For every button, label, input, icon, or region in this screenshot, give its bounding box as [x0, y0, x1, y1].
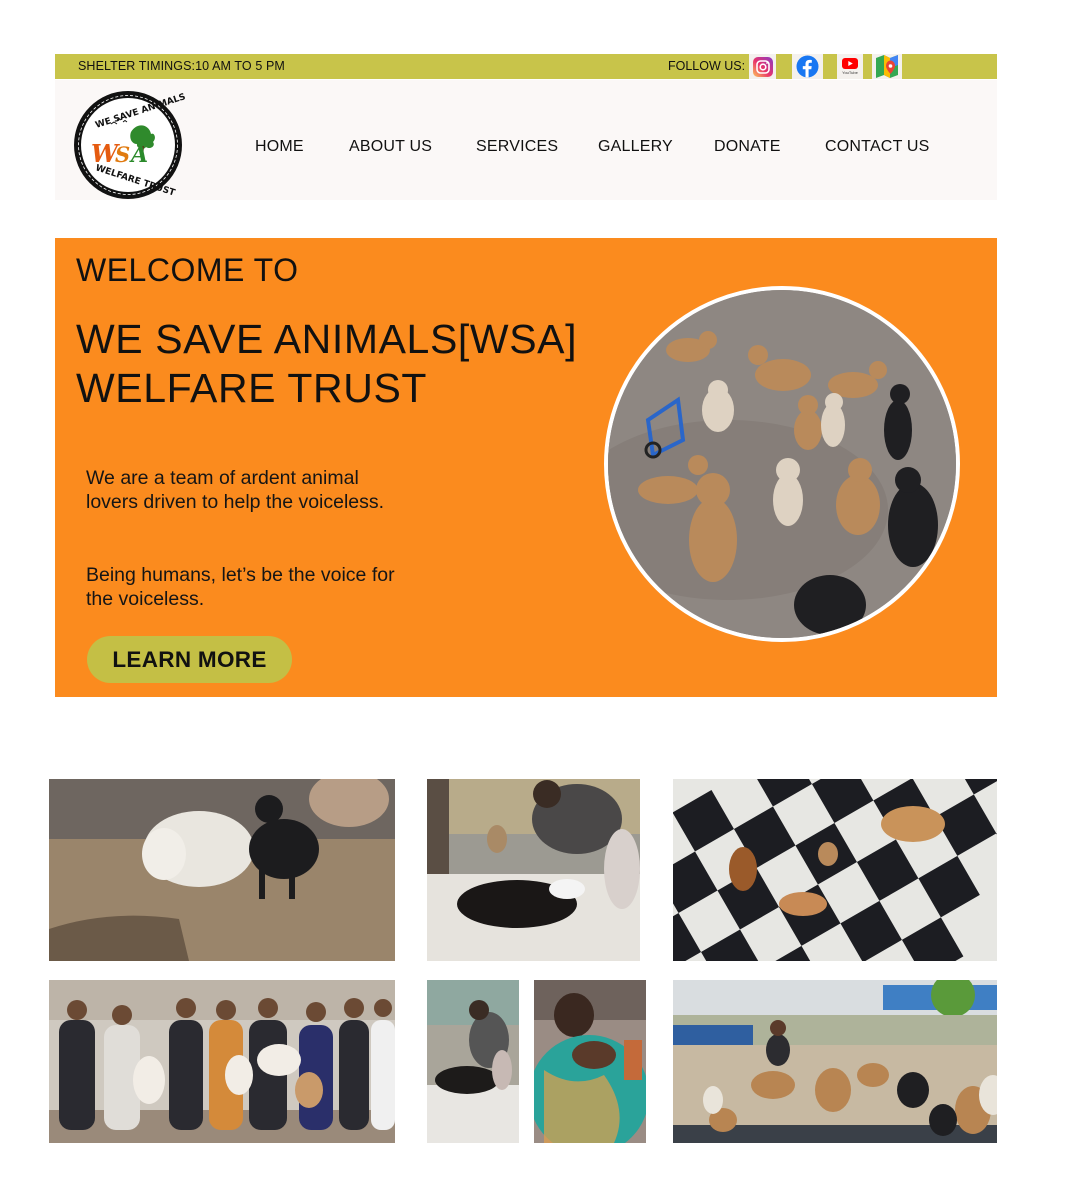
- youtube-caption: YouTube: [842, 70, 858, 75]
- facebook-icon[interactable]: [792, 54, 823, 79]
- hero-paragraph-2: Being humans, let’s be the voice for the…: [86, 564, 395, 610]
- nav-about-us[interactable]: ABOUT US: [349, 138, 432, 156]
- top-info-bar: SHELTER TIMINGS:10 AM TO 5 PM FOLLOW US:: [55, 54, 997, 79]
- nav-donate[interactable]: DONATE: [714, 138, 781, 156]
- nav-services[interactable]: SERVICES: [476, 138, 558, 156]
- nav-gallery[interactable]: GALLERY: [598, 138, 673, 156]
- svg-text:A: A: [129, 142, 148, 168]
- hero-welcome: WELCOME TO: [76, 252, 299, 288]
- wsa-logo[interactable]: W S A WE SAVE ANIMALS WELFARE TRUST: [71, 88, 187, 202]
- gallery-photo-vet-care: [427, 779, 640, 961]
- page: SHELTER TIMINGS:10 AM TO 5 PM FOLLOW US:: [0, 0, 1080, 1196]
- hero-dogs-photo: [604, 286, 960, 642]
- site-header: W S A WE SAVE ANIMALS WELFARE TRUST HOME…: [55, 80, 997, 200]
- hero-org-name-line1: WE SAVE ANIMALS[WSA]: [76, 316, 578, 362]
- svg-text:S: S: [115, 142, 130, 167]
- follow-us-label: FOLLOW US:: [668, 59, 746, 73]
- nav-home[interactable]: HOME: [255, 138, 304, 156]
- instagram-icon[interactable]: [749, 54, 776, 79]
- gallery-photo-vet-treatment: [427, 980, 519, 1143]
- shelter-timings: SHELTER TIMINGS:10 AM TO 5 PM: [78, 59, 285, 73]
- youtube-icon[interactable]: YouTube: [837, 54, 863, 79]
- hero-org-name-line2: WELFARE TRUST: [76, 365, 428, 411]
- gallery-photo-dogs-checkered-floor: [673, 779, 997, 961]
- nav-contact-us[interactable]: CONTACT US: [825, 138, 930, 156]
- hero-section: WELCOME TO WE SAVE ANIMALS[WSA] WELFARE …: [55, 238, 997, 697]
- gallery-photo-sheep: [49, 779, 395, 961]
- gallery-photo-shelter-yard: [673, 980, 997, 1143]
- learn-more-button[interactable]: LEARN MORE: [87, 636, 292, 683]
- gallery-photo-volunteers: [49, 980, 395, 1143]
- gallery-photo-feeding-puppy: [534, 980, 646, 1143]
- hero-paragraph-1: We are a team of ardent animal lovers dr…: [86, 467, 385, 513]
- google-maps-icon[interactable]: [872, 54, 902, 79]
